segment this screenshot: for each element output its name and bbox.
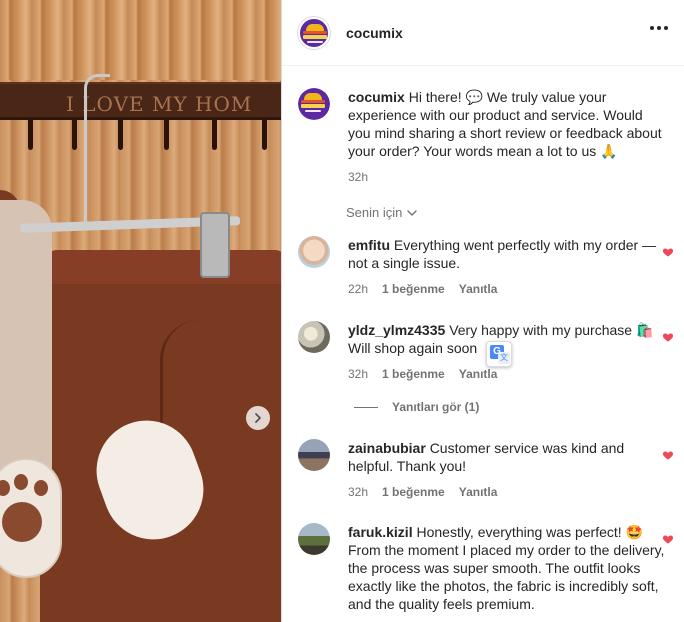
translate-char-icon: 文 (498, 352, 510, 364)
comment-body: emfitu Everything went perfectly with my… (348, 236, 668, 272)
rack-hook (28, 120, 33, 150)
comment-meta: 32h 1 beğenme Yanıtla (348, 367, 668, 381)
divider-line (354, 406, 378, 408)
caption-time[interactable]: 32h (348, 170, 368, 184)
comment-row: yldz_ylmz4335 Very happy with my purchas… (298, 321, 674, 381)
comment-row: emfitu Everything went perfectly with my… (298, 236, 674, 296)
comment-username[interactable]: emfitu (348, 237, 390, 253)
next-image-button[interactable] (246, 406, 270, 430)
pants-waistband (40, 250, 281, 284)
rack-hook (164, 120, 169, 150)
heart-icon[interactable] (662, 533, 674, 545)
caption-meta: 32h (348, 170, 668, 184)
comment-sort-dropdown[interactable]: Senin için (346, 205, 418, 220)
paw-pocket (0, 458, 62, 578)
dot-icon (664, 26, 668, 30)
coat-rack: I LOVE MY HOM (0, 82, 281, 120)
post-photo: I LOVE MY HOM (0, 0, 281, 622)
comment-meta: 22h 1 beğenme Yanıtla (348, 282, 668, 296)
paw-toe (14, 474, 28, 490)
rack-hook (262, 120, 267, 150)
reply-button[interactable]: Yanıtla (459, 485, 498, 499)
avatar[interactable] (298, 88, 330, 120)
brand-avatar (298, 88, 330, 120)
avatar[interactable] (298, 439, 330, 471)
paw-pad (2, 502, 42, 542)
rack-hook (212, 120, 217, 150)
avatar[interactable] (298, 236, 330, 268)
chevron-down-icon (407, 209, 418, 216)
paw-toe (0, 480, 10, 496)
comment-time[interactable]: 22h (348, 282, 368, 296)
hanger-clip (200, 212, 230, 278)
comment-body: faruk.kizil Honestly, everything was per… (348, 523, 668, 613)
header-username[interactable]: cocumix (346, 25, 403, 41)
like-count[interactable]: 1 beğenme (382, 485, 445, 499)
view-replies-button[interactable]: Yanıtları gör (1) (354, 400, 479, 414)
comment-body: zainabubiar Customer service was kind an… (348, 439, 668, 475)
logo-tagline (307, 40, 323, 43)
caption-body: cocumix Hi there! 💬 We truly value your … (348, 88, 668, 160)
comments-panel: cocumix cocumix Hi there! 💬 We truly val… (281, 0, 684, 622)
comment-username[interactable]: zainabubiar (348, 440, 426, 456)
comment-meta: 32h 1 beğenme Yanıtla (348, 485, 668, 499)
comment-username[interactable]: yldz_ylmz4335 (348, 322, 445, 338)
comment-time[interactable]: 32h (348, 485, 368, 499)
logo-wordmark (303, 34, 327, 39)
heart-icon[interactable] (662, 246, 674, 258)
dot-icon (650, 26, 654, 30)
rack-hook (118, 120, 123, 150)
heart-icon[interactable] (662, 331, 674, 343)
comment-row: faruk.kizil Honestly, everything was per… (298, 523, 674, 613)
comment-row: zainabubiar Customer service was kind an… (298, 439, 674, 499)
like-count[interactable]: 1 beğenme (382, 282, 445, 296)
hanger (84, 74, 110, 224)
sort-label: Senin için (346, 205, 403, 220)
post-header: cocumix (282, 0, 684, 66)
reply-button[interactable]: Yanıtla (459, 282, 498, 296)
google-translate-button[interactable]: G 文 (486, 341, 512, 367)
chevron-right-icon (255, 413, 261, 423)
heart-icon[interactable] (662, 449, 674, 461)
brown-pants (40, 250, 281, 622)
comment-text: Everything went perfectly with my order … (348, 237, 657, 271)
wood-wall (0, 0, 281, 80)
paw-toe (34, 480, 48, 496)
comment-time[interactable]: 32h (348, 367, 368, 381)
logo-tagline (305, 110, 321, 112)
logo-wordmark (301, 104, 325, 108)
avatar[interactable] (298, 523, 330, 555)
sombrero-brim (301, 100, 325, 103)
view-replies-label: Yanıtları gör (1) (392, 400, 480, 414)
more-options-button[interactable] (650, 26, 668, 30)
sombrero-brim (303, 30, 327, 34)
rack-hook (72, 120, 77, 150)
reply-button[interactable]: Yanıtla (459, 367, 498, 381)
caption: cocumix Hi there! 💬 We truly value your … (298, 88, 668, 184)
caption-username[interactable]: cocumix (348, 89, 405, 105)
dot-icon (657, 26, 661, 30)
avatar[interactable] (298, 16, 330, 49)
like-count[interactable]: 1 beğenme (382, 367, 445, 381)
comment-username[interactable]: faruk.kizil (348, 524, 413, 540)
avatar[interactable] (298, 321, 330, 353)
